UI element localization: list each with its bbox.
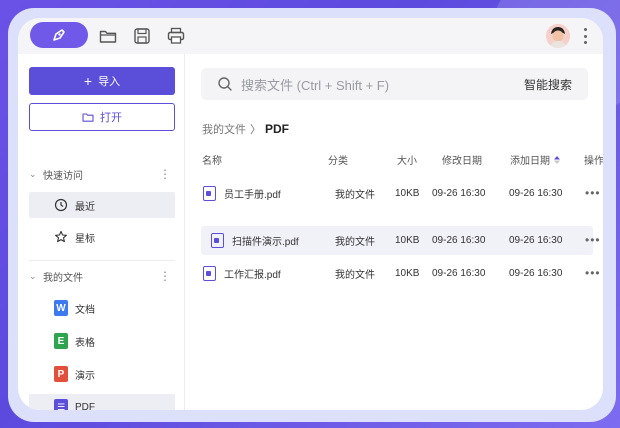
row-more-icon[interactable]: •••: [585, 259, 601, 287]
breadcrumb-current: PDF: [265, 122, 289, 136]
chevron-down-icon: ⌄: [29, 270, 37, 281]
breadcrumb: 我的文件 〉 PDF: [202, 121, 289, 137]
sidebar-item-pdf[interactable]: ☰ PDF: [29, 394, 175, 410]
row-more-icon[interactable]: •••: [585, 226, 601, 254]
file-size: 10KB: [395, 234, 420, 246]
my-files-label: 我的文件: [43, 272, 83, 284]
sidebar-item-docs[interactable]: W 文档: [29, 295, 175, 321]
table-row[interactable]: 工作汇报.pdf 我的文件 10KB 09-26 16:30 09-26 16:…: [201, 259, 600, 287]
save-icon[interactable]: [132, 26, 152, 46]
search-icon: [218, 77, 232, 91]
file-modified: 09-26 16:30: [432, 267, 486, 279]
column-added[interactable]: 添加日期: [510, 152, 561, 167]
file-category: 我的文件: [335, 189, 375, 201]
row-more-icon[interactable]: •••: [585, 179, 601, 207]
quick-access-section[interactable]: ⌄ 快速访问 ⋮: [29, 160, 175, 188]
file-added: 09-26 16:30: [509, 267, 563, 279]
sidebar-divider: [29, 260, 175, 261]
sidebar-item-label: 表格: [75, 337, 95, 349]
file-name[interactable]: 员工手册.pdf: [224, 186, 281, 201]
open-button[interactable]: 打开: [29, 103, 175, 131]
file-added: 09-26 16:30: [509, 234, 563, 246]
pdf-icon: ☰: [54, 399, 68, 410]
plus-icon: +: [83, 73, 93, 89]
file-size: 10KB: [395, 267, 420, 279]
breadcrumb-root[interactable]: 我的文件: [202, 121, 246, 137]
clock-icon: [53, 197, 69, 213]
app-window: + 导入 打开 ⌄ 快速访问 ⋮ 最近 星标 ⌄ 我的文件 ⋮ W 文档 E 表…: [18, 18, 603, 410]
pdf-file-icon: [203, 185, 216, 201]
chevron-down-icon: ⌄: [29, 168, 37, 179]
sidebar-item-slides[interactable]: P 演示: [29, 361, 175, 387]
column-category[interactable]: 分类: [328, 152, 348, 167]
column-name[interactable]: 名称: [202, 152, 222, 167]
sidebar-item-label: 最近: [75, 201, 95, 213]
my-files-section[interactable]: ⌄ 我的文件 ⋮: [29, 262, 175, 290]
file-modified: 09-26 16:30: [432, 187, 486, 199]
search-bar[interactable]: 搜索文件 (Ctrl + Shift + F) 智能搜索: [201, 68, 588, 100]
pdf-file-icon: [203, 265, 216, 281]
file-added: 09-26 16:30: [509, 187, 563, 199]
sidebar: + 导入 打开 ⌄ 快速访问 ⋮ 最近 星标 ⌄ 我的文件 ⋮ W 文档 E 表…: [18, 54, 185, 410]
table-row[interactable]: 员工手册.pdf 我的文件 10KB 09-26 16:30 09-26 16:…: [201, 179, 600, 207]
file-modified: 09-26 16:30: [432, 234, 486, 246]
file-category: 我的文件: [335, 236, 375, 248]
sidebar-item-label: 演示: [75, 370, 95, 382]
folder-open-icon: [82, 113, 94, 122]
app-logo-button[interactable]: [30, 22, 88, 48]
file-name[interactable]: 工作汇报.pdf: [224, 266, 281, 281]
sidebar-item-recent[interactable]: 最近: [29, 192, 175, 218]
table-header: 名称 分类 大小 修改日期 添加日期 操作: [201, 152, 603, 170]
pen-logo-icon: [53, 29, 65, 41]
print-icon[interactable]: [166, 26, 186, 46]
folder-icon[interactable]: [98, 26, 118, 46]
star-icon: [53, 229, 69, 245]
smart-search-button[interactable]: 智能搜索: [524, 76, 572, 93]
sidebar-item-label: PDF: [75, 401, 95, 411]
file-name[interactable]: 扫描件演示.pdf: [232, 233, 299, 248]
sidebar-item-starred[interactable]: 星标: [29, 224, 175, 250]
avatar[interactable]: [546, 24, 570, 48]
column-actions: 操作: [584, 156, 603, 167]
sidebar-item-label: 文档: [75, 304, 95, 316]
sort-icon: [554, 156, 560, 164]
doc-icon: W: [54, 300, 68, 316]
file-category: 我的文件: [335, 269, 375, 281]
open-label: 打开: [100, 112, 122, 124]
section-more-icon[interactable]: ⋮: [159, 262, 171, 290]
column-added-label: 添加日期: [510, 156, 550, 167]
more-menu-icon[interactable]: [580, 26, 590, 46]
import-button[interactable]: + 导入: [29, 67, 175, 95]
sheet-icon: E: [54, 333, 68, 349]
import-label: 导入: [98, 76, 121, 88]
file-size: 10KB: [395, 187, 420, 199]
column-modified[interactable]: 修改日期: [442, 152, 482, 167]
column-size[interactable]: 大小: [397, 152, 417, 167]
main-content: 搜索文件 (Ctrl + Shift + F) 智能搜索 我的文件 〉 PDF …: [201, 54, 603, 410]
breadcrumb-separator-icon: 〉: [250, 124, 261, 136]
slides-icon: P: [54, 366, 68, 382]
search-input[interactable]: 搜索文件 (Ctrl + Shift + F): [241, 75, 524, 94]
section-more-icon[interactable]: ⋮: [159, 160, 171, 188]
pdf-file-icon: [211, 232, 224, 248]
quick-access-label: 快速访问: [43, 170, 83, 182]
sidebar-item-label: 星标: [75, 233, 95, 245]
table-row[interactable]: 扫描件演示.pdf 我的文件 10KB 09-26 16:30 09-26 16…: [201, 226, 600, 255]
sidebar-item-sheets[interactable]: E 表格: [29, 328, 175, 354]
top-toolbar: [18, 18, 603, 54]
